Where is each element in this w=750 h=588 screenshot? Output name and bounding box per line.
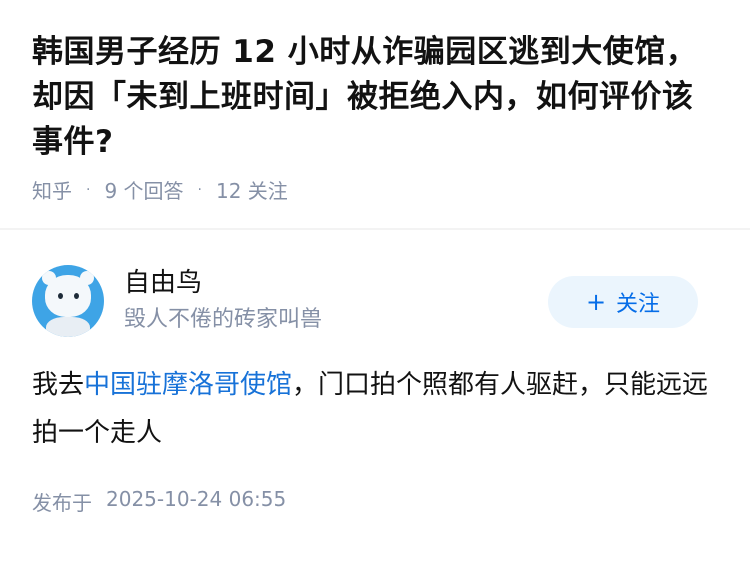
dog-avatar-icon[interactable] xyxy=(32,265,104,337)
section-divider xyxy=(0,228,750,230)
author-row: 自由鸟 毁人不倦的砖家叫兽 + 关注 xyxy=(32,265,718,337)
source-label[interactable]: 知乎 xyxy=(32,175,72,204)
follow-button[interactable]: + 关注 xyxy=(548,276,698,328)
avatar-eye xyxy=(74,293,79,299)
answer-count[interactable]: 9 个回答 xyxy=(104,175,183,204)
plus-icon: + xyxy=(585,288,607,316)
publish-info: 发布于 2025-10-24 06:55 xyxy=(32,487,718,516)
content-link[interactable]: 中国驻摩洛哥使馆 xyxy=(84,370,292,400)
answer-card: 自由鸟 毁人不倦的砖家叫兽 + 关注 我去中国驻摩洛哥使馆，门口拍个照都有人驱赶… xyxy=(0,265,750,516)
author-name[interactable]: 自由鸟 xyxy=(124,266,322,300)
question-meta: 知乎 · 9 个回答 · 12 关注 xyxy=(32,175,718,204)
avatar-head xyxy=(45,275,91,317)
author-info: 自由鸟 毁人不倦的砖家叫兽 xyxy=(124,266,322,336)
publish-time: 2025-10-24 06:55 xyxy=(106,487,287,511)
follower-count[interactable]: 12 关注 xyxy=(216,175,288,204)
question-header: 韩国男子经历 12 小时从诈骗园区逃到大使馆，却因「未到上班时间」被拒绝入内，如… xyxy=(0,0,750,220)
content-text: 我去 xyxy=(32,370,85,400)
author-bio: 毁人不倦的砖家叫兽 xyxy=(124,307,323,332)
question-title[interactable]: 韩国男子经历 12 小时从诈骗园区逃到大使馆，却因「未到上班时间」被拒绝入内，如… xyxy=(32,30,718,165)
separator-dot: · xyxy=(86,181,91,198)
separator-dot: · xyxy=(197,181,202,198)
avatar-body xyxy=(46,317,90,337)
follow-label: 关注 xyxy=(616,292,661,317)
publish-label: 发布于 xyxy=(32,491,92,515)
avatar-eye xyxy=(58,293,63,299)
answer-content: 我去中国驻摩洛哥使馆，门口拍个照都有人驱赶，只能远远拍一个走人 xyxy=(32,361,718,457)
